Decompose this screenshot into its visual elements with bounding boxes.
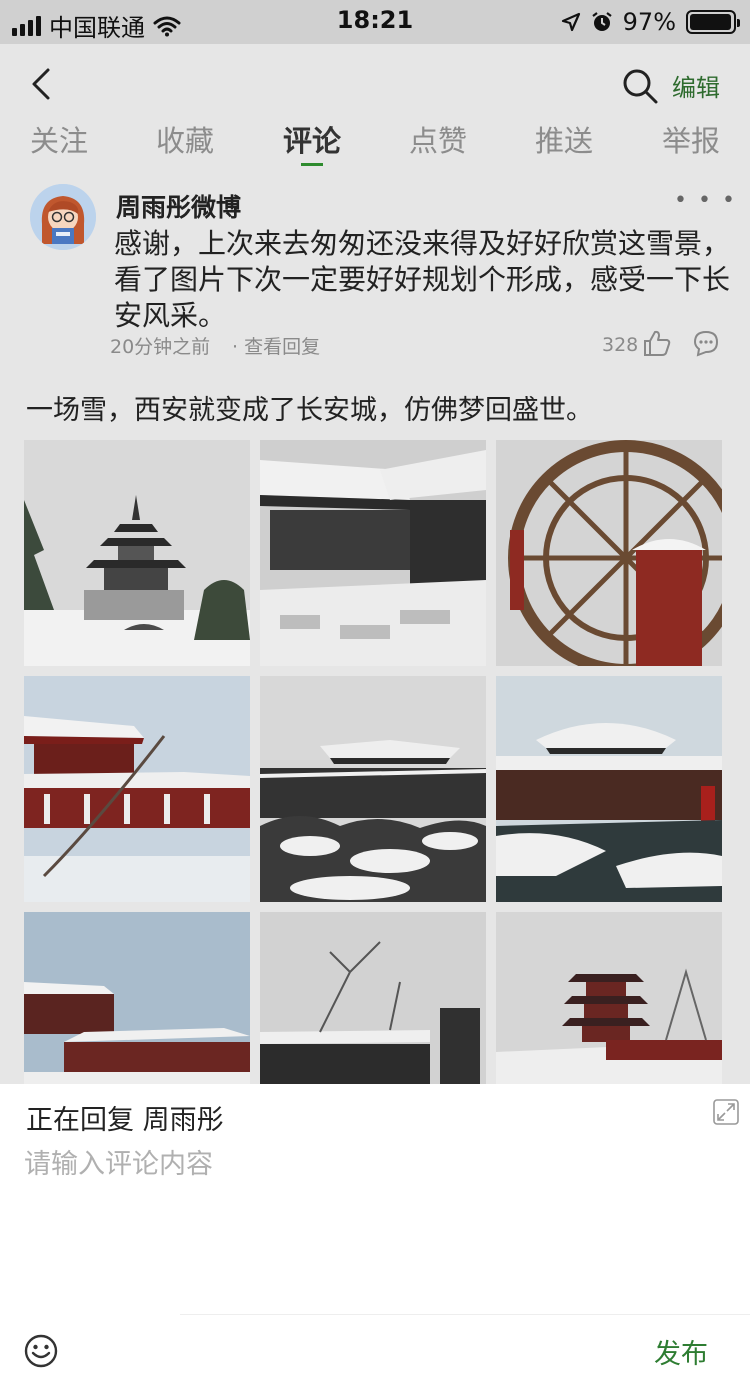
back-icon[interactable] xyxy=(24,62,64,106)
tab-follow[interactable]: 关注 xyxy=(30,118,88,160)
photo-snowy-trees-wall[interactable] xyxy=(260,912,486,1084)
photo-tall-pagoda[interactable] xyxy=(496,912,722,1084)
comment-item: 周雨彤微博 • • • 感谢，上次来去匆匆还没来得及好好欣赏这雪景，看了图片下次… xyxy=(0,174,750,364)
reply-bubble-icon[interactable] xyxy=(692,329,720,357)
photo-snowy-palace-rocks[interactable] xyxy=(260,676,486,902)
comment-input[interactable] xyxy=(24,1142,724,1312)
tab-favorites[interactable]: 收藏 xyxy=(156,118,214,160)
alarm-icon xyxy=(591,12,612,31)
expand-icon[interactable] xyxy=(712,1098,740,1126)
tab-push[interactable]: 推送 xyxy=(535,118,593,160)
active-tab-indicator xyxy=(301,163,324,166)
emoji-icon[interactable] xyxy=(24,1334,58,1368)
edit-button[interactable]: 编辑 xyxy=(672,68,720,103)
photo-pagoda-pavilion[interactable] xyxy=(24,440,250,666)
like-count: 328 xyxy=(602,334,639,356)
comment-author[interactable]: 周雨彤微博 xyxy=(116,188,241,224)
comment-text: 感谢，上次来去匆匆还没来得及好好欣赏这雪景，看了图片下次一定要好好规划个形成，感… xyxy=(114,227,731,332)
tab-comments[interactable]: 评论 xyxy=(283,118,341,166)
page-content: 编辑 关注 收藏 评论 点赞 推送 举报 周雨彤微博 • • • 感谢，上次来去… xyxy=(0,44,750,1084)
nav-bar: 编辑 xyxy=(0,44,750,124)
post-text: 一场雪，西安就变成了长安城，仿佛梦回盛世。 xyxy=(26,395,593,426)
compose-divider xyxy=(180,1314,750,1315)
tab-bar: 关注 收藏 评论 点赞 推送 举报 xyxy=(0,118,750,166)
tab-likes[interactable]: 点赞 xyxy=(409,118,467,160)
photo-waterwheel[interactable] xyxy=(496,440,722,666)
replying-to-label: 正在回复 周雨彤 xyxy=(26,1105,224,1136)
tab-report[interactable]: 举报 xyxy=(662,118,720,160)
photo-red-pavilion-lake[interactable] xyxy=(24,676,250,902)
location-arrow-icon xyxy=(561,12,580,32)
status-bar: 中国联通 18:21 97% xyxy=(0,0,750,44)
photo-palace-hall-sky[interactable] xyxy=(24,912,250,1084)
battery-icon xyxy=(686,10,740,34)
photo-snowy-courtyard[interactable] xyxy=(260,440,486,666)
battery-percent: 97% xyxy=(622,8,676,36)
photo-pavilion-river[interactable] xyxy=(496,676,722,902)
search-icon[interactable] xyxy=(620,66,660,106)
avatar[interactable] xyxy=(30,184,96,250)
compose-panel: 正在回复 周雨彤 发布 xyxy=(0,1084,750,1391)
more-icon[interactable]: • • • xyxy=(674,188,737,213)
send-button[interactable]: 发布 xyxy=(654,1332,708,1371)
thumbs-up-icon[interactable] xyxy=(642,328,672,358)
comment-time: 20分钟之前 xyxy=(110,336,211,358)
status-right: 97% xyxy=(561,8,740,36)
battery-fill xyxy=(690,14,731,30)
view-replies-link[interactable]: · 查看回复 xyxy=(232,332,320,359)
